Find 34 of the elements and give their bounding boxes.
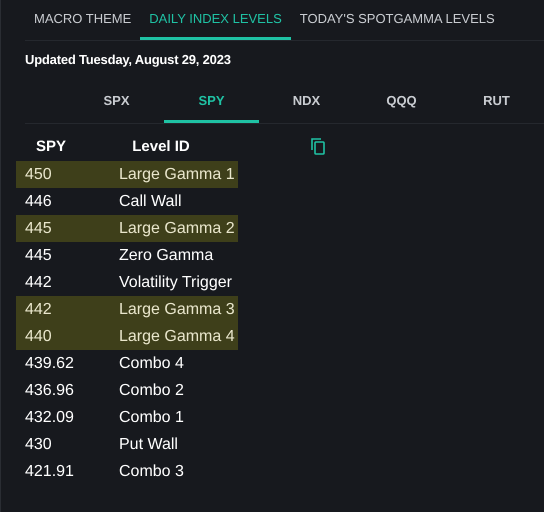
table-cell: Put Wall <box>119 436 178 454</box>
table-cell-text: 442 <box>24 274 53 292</box>
table-cell: Large Gamma 2 <box>119 220 235 238</box>
table-cell: Call Wall <box>119 192 182 210</box>
section-tab[interactable]: TODAY'S SPOTGAMMA LEVELS <box>290 0 504 40</box>
table-cell: Large Gamma 4 <box>119 328 235 346</box>
table-cell-text: 442 <box>24 300 53 318</box>
index-tab[interactable]: SPX <box>69 81 164 123</box>
updated-date: Updated Tuesday, August 29, 2023 <box>24 51 232 69</box>
table-cell-text: 439.62 <box>24 354 75 372</box>
table-cell-text: 436.96 <box>24 382 75 400</box>
table-cell: Combo 2 <box>119 382 184 400</box>
index-tab[interactable]: QQQ <box>354 81 449 123</box>
table-cell-text: 450 <box>24 166 53 184</box>
index-tab[interactable]: RUT <box>449 81 544 123</box>
table-cell: Volatility Trigger <box>119 274 232 292</box>
table-cell: Combo 4 <box>119 354 184 372</box>
table-cell-text: 432.09 <box>24 408 75 426</box>
copy-icon[interactable] <box>310 137 326 155</box>
table-cell: Combo 3 <box>119 462 184 480</box>
table-cell-text: 446 <box>24 192 53 210</box>
table-cell: Large Gamma 1 <box>119 166 235 184</box>
table-cell-text: 430 <box>24 436 53 454</box>
table-cell-text: 421.91 <box>24 462 75 480</box>
table-cell-text: 445 <box>24 246 53 264</box>
column-header: SPY <box>34 138 67 154</box>
table-cell: Zero Gamma <box>119 246 214 264</box>
table-cell-text: 445 <box>24 220 53 238</box>
column-header: Level ID <box>131 138 191 154</box>
index-tab[interactable]: NDX <box>259 81 354 123</box>
table-cell: Large Gamma 3 <box>119 300 235 318</box>
table-cell-text: 440 <box>24 328 53 346</box>
section-tab[interactable]: MACRO THEME <box>25 0 140 40</box>
table-cell: Combo 1 <box>119 408 184 426</box>
